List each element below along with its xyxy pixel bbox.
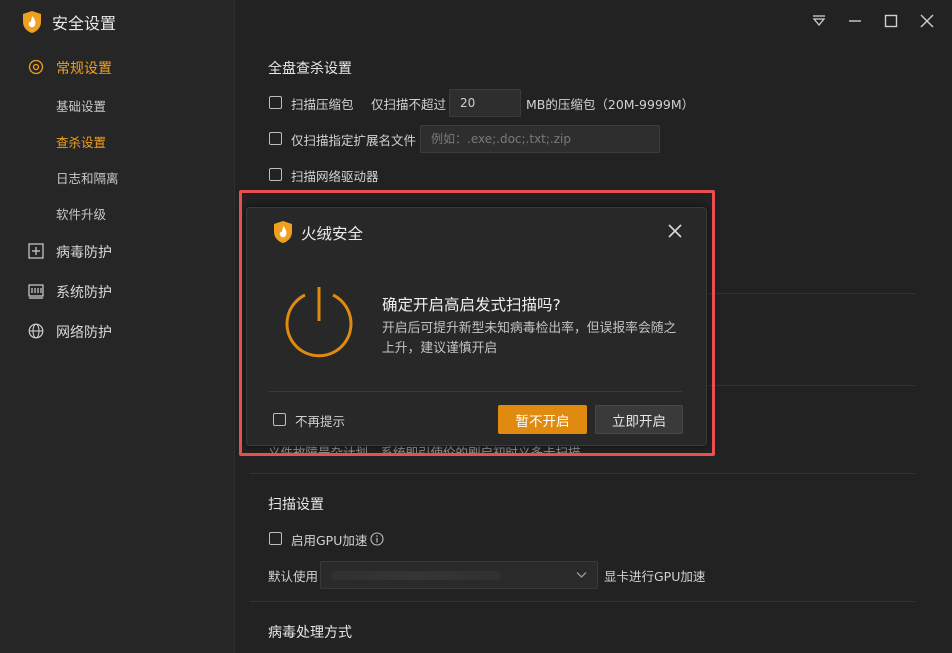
divider xyxy=(708,385,916,386)
ext-scan-label: 仅扫描指定扩展名文件 xyxy=(291,133,417,148)
power-icon xyxy=(285,287,353,358)
divider xyxy=(250,601,916,602)
dialog-body: 开启后可提升新型未知病毒检出率，但误报率会随之上升，建议谨慎开启 xyxy=(382,321,677,356)
gpu-select[interactable] xyxy=(320,561,598,589)
app-header: 安全设置 xyxy=(22,10,116,34)
dont-remind-checkbox[interactable] xyxy=(273,413,286,426)
huorong-logo-icon xyxy=(23,11,41,33)
plus-box-icon xyxy=(28,243,44,259)
scan-archive-checkbox[interactable] xyxy=(269,96,282,109)
dialog-separator xyxy=(269,391,682,392)
system-icon xyxy=(28,284,44,299)
ext-input[interactable]: 例如：.exe;.doc;.txt;.zip xyxy=(420,125,660,153)
sidebar-subitem-upgrade[interactable]: 软件升级 xyxy=(56,204,106,223)
menu-dropdown-icon[interactable] xyxy=(810,12,828,30)
archive-size-input[interactable]: 20 xyxy=(449,89,521,117)
confirm-dialog: 火绒安全 确定开启高启发式扫描吗? 开启后可提升新型未知病毒检出率，但误报率会随… xyxy=(246,207,707,446)
sidebar-subitem-logs[interactable]: 日志和隔离 xyxy=(56,168,119,187)
info-icon[interactable] xyxy=(370,532,384,546)
network-drive-checkbox[interactable] xyxy=(269,168,282,181)
gear-icon xyxy=(28,59,44,75)
divider xyxy=(250,473,916,474)
gpu-select-value xyxy=(331,571,501,580)
gpu-checkbox[interactable] xyxy=(269,532,282,545)
sidebar-item-label: 系统防护 xyxy=(56,285,112,301)
minimize-icon[interactable] xyxy=(846,12,864,30)
full-scan-title: 全盘查杀设置 xyxy=(268,61,352,77)
gpu-suffix-label: 显卡进行GPU加速 xyxy=(604,569,706,584)
ext-scan-checkbox[interactable] xyxy=(269,132,282,145)
network-drive-label: 扫描网络驱动器 xyxy=(291,169,379,184)
scan-archive-label: 扫描压缩包 xyxy=(291,97,354,112)
dialog-title: 火绒安全 xyxy=(301,225,364,243)
only-scan-label: 仅扫描不超过 xyxy=(371,97,447,112)
huorong-logo-icon xyxy=(274,221,292,243)
gpu-label: 启用GPU加速 xyxy=(291,533,368,548)
dont-remind-label: 不再提示 xyxy=(295,414,346,429)
globe-icon xyxy=(28,323,44,339)
close-icon[interactable] xyxy=(666,222,684,240)
dialog-heading: 确定开启高启发式扫描吗? xyxy=(382,296,561,314)
sidebar-item-label: 病毒防护 xyxy=(56,245,112,261)
close-window-icon[interactable] xyxy=(918,12,936,30)
sidebar-item-label: 常规设置 xyxy=(56,61,112,77)
scan-settings-title: 扫描设置 xyxy=(268,497,324,513)
sidebar: 安全设置 常规设置 基础设置 查杀设置 日志和隔离 软件升级 病毒防护 系统防护… xyxy=(0,0,235,653)
sidebar-subitem-scan[interactable]: 查杀设置 xyxy=(56,132,106,151)
chevron-down-icon xyxy=(576,572,587,578)
virus-handling-title: 病毒处理方式 xyxy=(268,625,352,641)
app-title: 安全设置 xyxy=(52,14,117,33)
divider xyxy=(708,293,916,294)
confirm-button[interactable]: 立即开启 xyxy=(595,405,683,434)
maximize-icon[interactable] xyxy=(882,12,900,30)
sidebar-subitem-basic[interactable]: 基础设置 xyxy=(56,96,106,115)
sidebar-item-label: 网络防护 xyxy=(56,325,112,341)
archive-size-suffix: MB的压缩包（20M-9999M） xyxy=(526,97,695,112)
cancel-button[interactable]: 暂不开启 xyxy=(498,405,587,434)
default-use-label: 默认使用 xyxy=(268,569,319,584)
